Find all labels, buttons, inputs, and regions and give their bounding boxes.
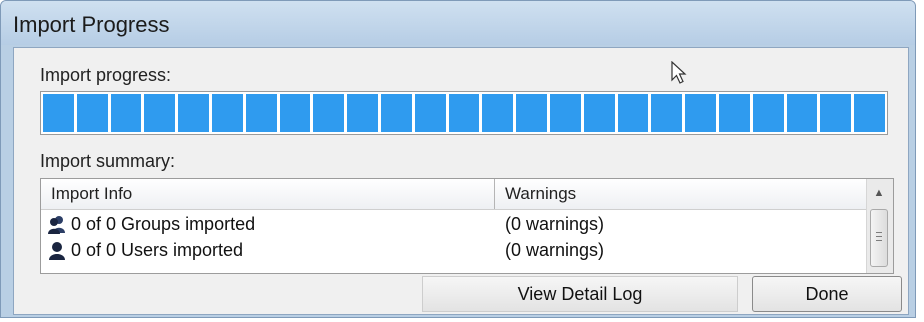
import-progress-dialog: Import Progress Import progress: Import … xyxy=(0,0,916,318)
progress-segment xyxy=(651,94,683,132)
list-header: Import Info Warnings xyxy=(41,179,867,210)
progress-segment xyxy=(313,94,345,132)
warnings-cell: (0 warnings) xyxy=(505,214,605,234)
progress-segment xyxy=(414,94,446,132)
scrollbar-thumb[interactable] xyxy=(870,209,888,267)
progress-segment xyxy=(854,94,885,132)
progress-segment xyxy=(820,94,852,132)
groups-icon xyxy=(47,214,67,234)
progress-segment xyxy=(144,94,176,132)
column-header-warnings[interactable]: Warnings xyxy=(495,179,867,209)
progress-segment xyxy=(178,94,209,132)
grip-line xyxy=(876,240,882,241)
import-summary-list[interactable]: Import Info Warnings 0 of 0 Groups impor… xyxy=(40,178,894,274)
progress-segment xyxy=(549,94,581,132)
progress-segment xyxy=(482,94,514,132)
scroll-up-arrow-icon[interactable]: ▲ xyxy=(870,183,888,203)
progress-segment xyxy=(583,94,615,132)
title-bar[interactable]: Import Progress xyxy=(1,1,915,45)
progress-segment xyxy=(245,94,277,132)
progress-segment xyxy=(752,94,784,132)
column-header-import-info[interactable]: Import Info xyxy=(41,179,495,209)
import-info-cell: 0 of 0 Users imported xyxy=(71,240,244,260)
progress-segment xyxy=(516,94,547,132)
grip-line xyxy=(876,236,882,237)
vertical-scrollbar[interactable]: ▲ xyxy=(866,179,893,273)
progress-segment xyxy=(211,94,243,132)
list-item[interactable]: 0 of 0 Groups imported (0 warnings) xyxy=(41,211,867,237)
progress-segment xyxy=(380,94,412,132)
window-title: Import Progress xyxy=(13,12,170,37)
warnings-cell: (0 warnings) xyxy=(505,240,605,260)
progress-segment xyxy=(718,94,750,132)
progress-segment xyxy=(43,94,74,132)
import-summary-label: Import summary: xyxy=(40,151,176,171)
progress-segment xyxy=(685,94,716,132)
import-progress-bar xyxy=(40,91,888,135)
progress-segment xyxy=(279,94,311,132)
progress-segment xyxy=(347,94,378,132)
progress-segment xyxy=(448,94,480,132)
progress-segment xyxy=(617,94,649,132)
import-info-cell: 0 of 0 Groups imported xyxy=(71,214,256,234)
progress-segment xyxy=(110,94,142,132)
import-progress-label: Import progress: xyxy=(40,65,172,85)
user-icon xyxy=(47,240,67,260)
view-detail-log-button[interactable]: View Detail Log xyxy=(422,276,738,312)
mouse-cursor-icon xyxy=(671,61,687,84)
progress-segment xyxy=(76,94,108,132)
grip-line xyxy=(876,232,882,233)
progress-segment xyxy=(786,94,818,132)
list-item[interactable]: 0 of 0 Users imported (0 warnings) xyxy=(41,237,867,263)
dialog-content: Import progress: Import summary: Import … xyxy=(13,47,909,315)
done-button[interactable]: Done xyxy=(752,276,902,312)
